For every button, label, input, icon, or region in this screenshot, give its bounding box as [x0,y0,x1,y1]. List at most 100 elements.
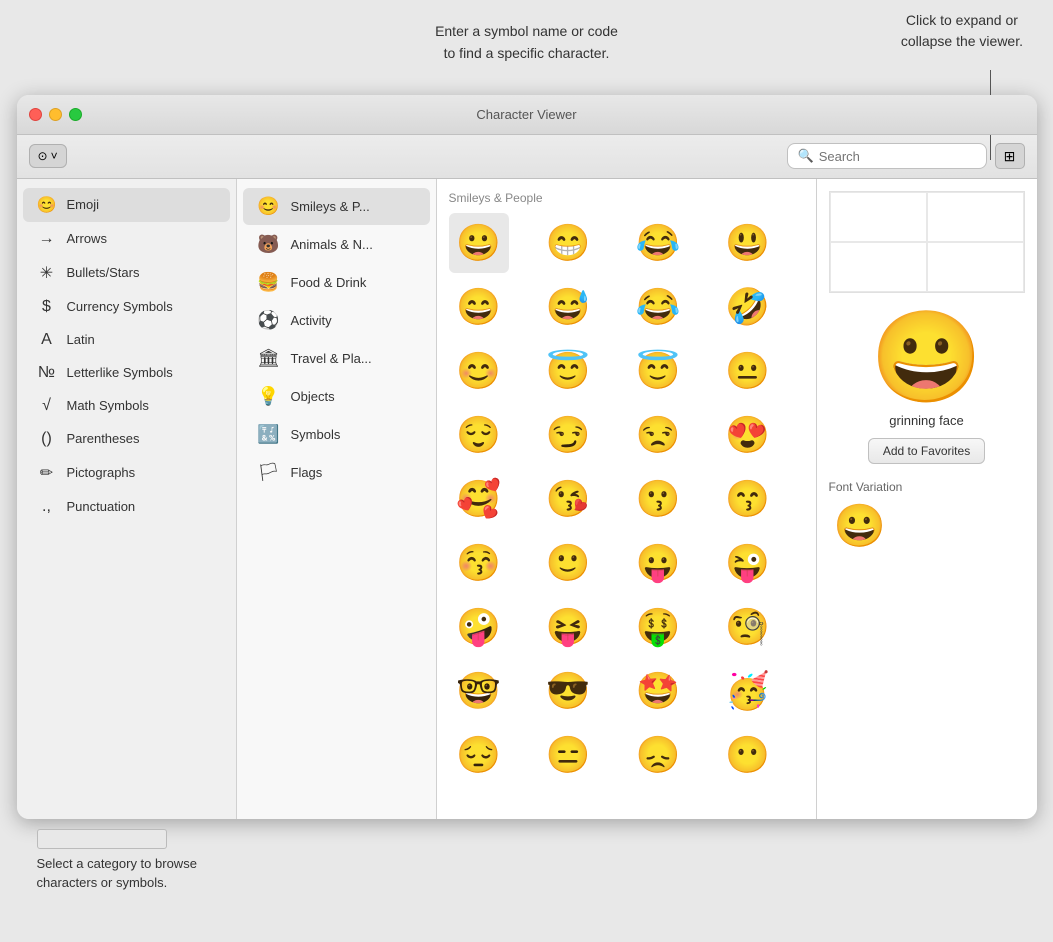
emoji-cell-25[interactable]: 😝 [538,597,598,657]
emoji-cell-9[interactable]: 😇 [538,341,598,401]
category-item-flags[interactable]: 🏳 Flags [243,454,430,491]
emoji-cell-30[interactable]: 🤩 [628,661,688,721]
emoji-cell-15[interactable]: 😍 [718,405,778,465]
emoji-grid: 😀 😁 😂 😃 😄 😅 😂 🤣 😊 😇 😇 😐 😌 😏 😒 😍 🥰 😘 😗 😙 😚 🙂 😛 😜 🤪 😝 🤑 🧐 🤓 😎 🤩 🥳 😔 😑 😞 😶 [449,213,804,785]
middle-sidebar: 😊 Smileys & P... 🐻 Animals & N... 🍔 Food… [237,179,437,819]
category-item-travel[interactable]: 🏛 Travel & Pla... [243,340,430,377]
emoji-cell-18[interactable]: 😗 [628,469,688,529]
annotation-top-right: Click to expand orcollapse the viewer. [901,10,1023,52]
emoji-cell-27[interactable]: 🧐 [718,597,778,657]
emoji-cell-2[interactable]: 😂 [628,213,688,273]
sidebar-item-currency[interactable]: $ Currency Symbols [23,291,230,323]
sidebar-item-label-letterlike: Letterlike Symbols [67,365,173,380]
category-item-smileys[interactable]: 😊 Smileys & P... [243,188,430,225]
section-title: Smileys & People [449,191,804,205]
emoji-cell-24[interactable]: 🤪 [449,597,509,657]
search-input[interactable] [819,149,976,164]
emoji-icon: 😊 [37,195,57,215]
smileys-category-icon: 😊 [257,196,281,217]
sidebar-item-parentheses[interactable]: () Parentheses [23,423,230,455]
sidebar-item-bullets[interactable]: ✳ Bullets/Stars [23,256,230,290]
sidebar-item-letterlike[interactable]: № Letterlike Symbols [23,357,230,389]
emoji-grid-panel: Smileys & People 😀 😁 😂 😃 😄 😅 😂 🤣 😊 😇 😇 😐 😌 😏 😒 😍 🥰 😘 😗 😙 😚 🙂 😛… [437,179,817,819]
food-category-icon: 🍔 [257,272,281,293]
sidebar-item-label-pictographs: Pictographs [67,465,136,480]
minimize-button[interactable] [49,108,62,121]
category-label-travel: Travel & Pla... [291,351,372,366]
annotation-center: Enter a symbol name or codeto find a spe… [20,20,1033,65]
category-item-objects[interactable]: 💡 Objects [243,378,430,415]
emoji-cell-16[interactable]: 🥰 [449,469,509,529]
category-label-symbols: Symbols [291,427,341,442]
emoji-cell-3[interactable]: 😃 [718,213,778,273]
math-icon: √ [37,397,57,415]
emoji-cell-33[interactable]: 😑 [538,725,598,785]
bottom-annotation: Select a category to browsecharacters or… [17,819,1037,903]
travel-category-icon: 🏛 [257,348,281,369]
sidebar-item-label-punctuation: Punctuation [67,499,136,514]
search-icon: 🔍 [798,148,814,164]
emoji-cell-14[interactable]: 😒 [628,405,688,465]
traffic-lights [29,108,82,121]
content-area: 😊 Emoji → Arrows ✳ Bullets/Stars $ Curre… [17,179,1037,819]
emoji-cell-4[interactable]: 😄 [449,277,509,337]
symbols-category-icon: 🔣 [257,424,281,445]
category-label-food: Food & Drink [291,275,367,290]
maximize-button[interactable] [69,108,82,121]
emoji-cell-28[interactable]: 🤓 [449,661,509,721]
sidebar-item-emoji[interactable]: 😊 Emoji [23,188,230,222]
sidebar-item-label-math: Math Symbols [67,398,149,413]
close-button[interactable] [29,108,42,121]
category-item-activity[interactable]: ⚽ Activity [243,302,430,339]
detail-cell-1 [830,192,927,242]
emoji-cell-21[interactable]: 🙂 [538,533,598,593]
category-item-animals[interactable]: 🐻 Animals & N... [243,226,430,263]
sidebar-item-punctuation[interactable]: ., Punctuation [23,491,230,523]
add-to-favorites-button[interactable]: Add to Favorites [868,438,985,464]
emoji-cell-8[interactable]: 😊 [449,341,509,401]
currency-icon: $ [37,298,57,316]
detail-cell-3 [830,242,927,292]
category-item-food[interactable]: 🍔 Food & Drink [243,264,430,301]
emoji-cell-1[interactable]: 😁 [538,213,598,273]
emoji-cell-0[interactable]: 😀 [449,213,509,273]
bottom-annotation-text: Select a category to browsecharacters or… [37,856,197,891]
scrollbar-indicator[interactable] [37,829,167,849]
emoji-cell-6[interactable]: 😂 [628,277,688,337]
emoji-cell-11[interactable]: 😐 [718,341,778,401]
category-label-animals: Animals & N... [291,237,373,252]
emoji-cell-13[interactable]: 😏 [538,405,598,465]
sidebar-item-pictographs[interactable]: ✏ Pictographs [23,456,230,490]
expand-button[interactable]: ⊞ [995,143,1025,169]
flags-category-icon: 🏳 [257,462,281,483]
emoji-cell-35[interactable]: 😶 [718,725,778,785]
emoji-cell-20[interactable]: 😚 [449,533,509,593]
emoji-cell-29[interactable]: 😎 [538,661,598,721]
emoji-cell-22[interactable]: 😛 [628,533,688,593]
sidebar-item-label-arrows: Arrows [67,231,107,246]
emoji-cell-31[interactable]: 🥳 [718,661,778,721]
emoji-cell-23[interactable]: 😜 [718,533,778,593]
sidebar-item-latin[interactable]: A Latin [23,324,230,356]
category-item-symbols[interactable]: 🔣 Symbols [243,416,430,453]
category-label-flags: Flags [291,465,323,480]
emoji-cell-19[interactable]: 😙 [718,469,778,529]
category-label-smileys: Smileys & P... [291,199,370,214]
annotation-area: Enter a symbol name or codeto find a spe… [0,10,1053,95]
emoji-cell-12[interactable]: 😌 [449,405,509,465]
toolbar: ⊙ ˅ 🔍 ⊞ [17,135,1037,179]
sidebar-item-math[interactable]: √ Math Symbols [23,390,230,422]
sidebar-item-arrows[interactable]: → Arrows [23,223,230,255]
emoji-cell-34[interactable]: 😞 [628,725,688,785]
punctuation-icon: ., [37,498,57,516]
pictographs-icon: ✏ [37,463,57,483]
emoji-cell-17[interactable]: 😘 [538,469,598,529]
detail-big-emoji: 😀 [870,313,982,403]
emoji-cell-5[interactable]: 😅 [538,277,598,337]
font-variation-title: Font Variation [829,480,903,494]
emoji-cell-7[interactable]: 🤣 [718,277,778,337]
action-menu-button[interactable]: ⊙ ˅ [29,144,67,168]
emoji-cell-10[interactable]: 😇 [628,341,688,401]
emoji-cell-32[interactable]: 😔 [449,725,509,785]
emoji-cell-26[interactable]: 🤑 [628,597,688,657]
